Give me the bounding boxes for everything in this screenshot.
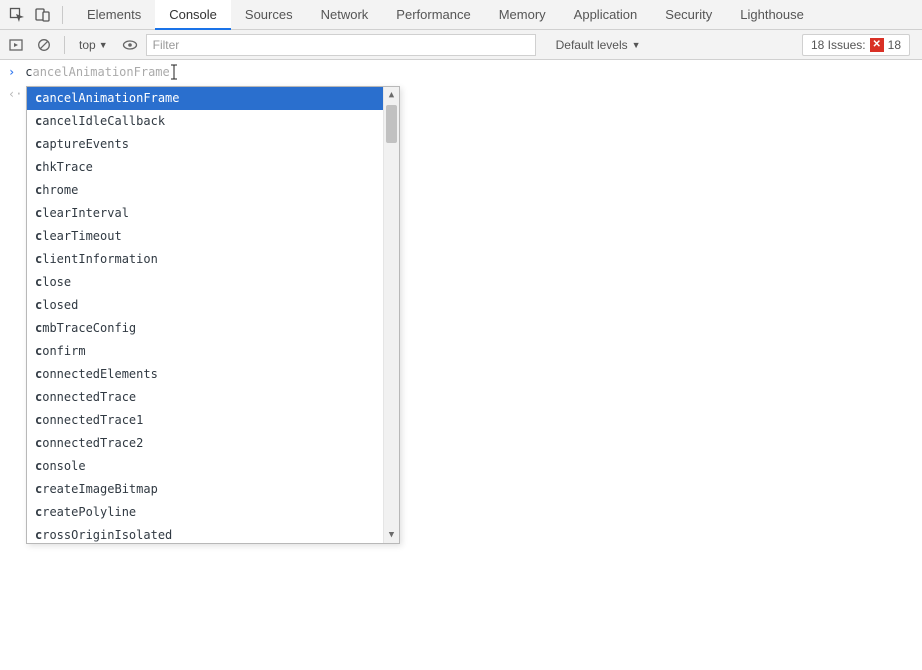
tab-network[interactable]: Network	[307, 0, 383, 30]
tab-elements[interactable]: Elements	[73, 0, 155, 30]
inspect-element-icon[interactable]	[6, 4, 28, 26]
autocomplete-item[interactable]: console	[27, 455, 383, 478]
autocomplete-item[interactable]: crossOriginIsolated	[27, 524, 383, 543]
tab-sources[interactable]: Sources	[231, 0, 307, 30]
autocomplete-item[interactable]: closed	[27, 294, 383, 317]
autocomplete-item[interactable]: connectedTrace	[27, 386, 383, 409]
autocomplete-list: cancelAnimationFramecancelIdleCallbackca…	[27, 87, 383, 543]
autocomplete-item[interactable]: cancelIdleCallback	[27, 110, 383, 133]
devtools-tab-bar: Elements Console Sources Network Perform…	[0, 0, 922, 30]
tab-lighthouse[interactable]: Lighthouse	[726, 0, 818, 30]
autocomplete-item[interactable]: chrome	[27, 179, 383, 202]
live-expression-icon[interactable]	[118, 33, 142, 57]
text-cursor-icon	[170, 64, 178, 83]
issues-prefix: 18 Issues:	[811, 38, 866, 52]
autocomplete-item[interactable]: connectedElements	[27, 363, 383, 386]
tab-memory[interactable]: Memory	[485, 0, 560, 30]
issues-errors-count: 18	[888, 38, 901, 52]
tab-performance[interactable]: Performance	[382, 0, 484, 30]
autocomplete-item[interactable]: connectedTrace2	[27, 432, 383, 455]
levels-label: Default levels	[556, 38, 628, 52]
separator	[62, 6, 63, 24]
console-prompt-line[interactable]: › cancelAnimationFrame	[0, 62, 922, 82]
tab-security[interactable]: Security	[651, 0, 726, 30]
error-badge-icon: ✕	[870, 38, 884, 52]
levels-selector[interactable]: Default levels ▼	[548, 38, 649, 52]
autocomplete-popup: cancelAnimationFramecancelIdleCallbackca…	[26, 86, 400, 544]
ghost-suggestion: ancelAnimationFrame	[32, 65, 169, 79]
dropdown-icon: ▼	[632, 40, 641, 50]
result-marker: ‹	[0, 64, 31, 84]
console-area: › cancelAnimationFrame ‹ ‹· cancelAnimat…	[0, 60, 922, 82]
autocomplete-item[interactable]: close	[27, 271, 383, 294]
autocomplete-item[interactable]: cmbTraceConfig	[27, 317, 383, 340]
tab-console[interactable]: Console	[155, 0, 231, 30]
autocomplete-item[interactable]: clearInterval	[27, 202, 383, 225]
separator	[64, 36, 65, 54]
tab-application[interactable]: Application	[560, 0, 652, 30]
tabs-container: Elements Console Sources Network Perform…	[73, 0, 922, 30]
autocomplete-item[interactable]: createImageBitmap	[27, 478, 383, 501]
toggle-device-icon[interactable]	[32, 4, 54, 26]
autocomplete-item[interactable]: connectedTrace1	[27, 409, 383, 432]
scroll-up-icon[interactable]: ▲	[384, 87, 399, 103]
autocomplete-item[interactable]: clearTimeout	[27, 225, 383, 248]
result-arrow-icon: ‹·	[8, 87, 22, 101]
issues-chip[interactable]: 18 Issues: ✕ 18	[802, 34, 910, 56]
console-toolbar: top ▼ Default levels ▼ 18 Issues: ✕ 18	[0, 30, 922, 60]
scroll-thumb[interactable]	[386, 105, 397, 143]
autocomplete-item[interactable]: createPolyline	[27, 501, 383, 524]
context-selector[interactable]: top ▼	[73, 38, 114, 52]
toggle-sidebar-icon[interactable]	[4, 33, 28, 57]
scroll-down-icon[interactable]: ▼	[384, 527, 399, 543]
autocomplete-item[interactable]: cancelAnimationFrame	[27, 87, 383, 110]
autocomplete-item[interactable]: clientInformation	[27, 248, 383, 271]
filter-input[interactable]	[146, 34, 536, 56]
autocomplete-item[interactable]: captureEvents	[27, 133, 383, 156]
context-label: top	[79, 38, 96, 52]
autocomplete-item[interactable]: chkTrace	[27, 156, 383, 179]
dropdown-icon: ▼	[99, 40, 108, 50]
tab-bar-left	[0, 4, 73, 26]
clear-console-icon[interactable]	[32, 33, 56, 57]
autocomplete-item[interactable]: confirm	[27, 340, 383, 363]
autocomplete-scrollbar[interactable]: ▲ ▼	[383, 87, 399, 543]
